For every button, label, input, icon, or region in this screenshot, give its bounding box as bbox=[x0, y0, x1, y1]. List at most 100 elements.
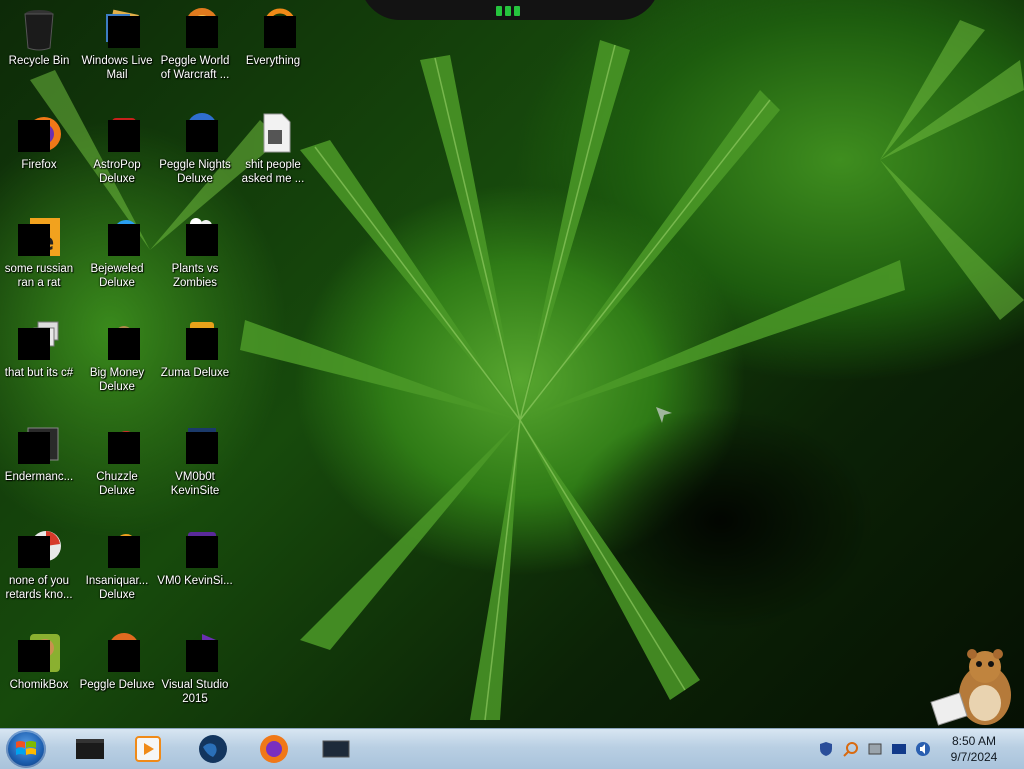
desktop-icon-bejeweled[interactable]: Bejeweled Deluxe bbox=[78, 208, 156, 290]
redaction-box bbox=[108, 328, 140, 360]
peggle-nights-icon bbox=[172, 110, 218, 156]
mail-icon bbox=[94, 6, 140, 52]
astropop-icon bbox=[94, 110, 140, 156]
bejeweled-icon bbox=[94, 214, 140, 260]
taskbar-item-media-player[interactable] bbox=[130, 733, 166, 765]
desktop-icon-firefox[interactable]: Firefox bbox=[0, 104, 78, 172]
icon-label: Endermanc... bbox=[4, 471, 74, 483]
redaction-box bbox=[18, 224, 50, 256]
desktop-icon-russian-rat[interactable]: e some russian ran a rat bbox=[0, 208, 78, 290]
icon-label: Bejeweled Deluxe bbox=[90, 263, 144, 289]
visual-studio-icon bbox=[172, 630, 218, 676]
desktop-icon-endermanc[interactable]: Endermanc... bbox=[0, 416, 78, 484]
desktop-icon-that-but-csharp[interactable]: that but its c# bbox=[0, 312, 78, 380]
firefox-icon bbox=[260, 735, 288, 763]
icon-label: Windows Live Mail bbox=[81, 55, 153, 81]
taskbar: 8:50 AM 9/7/2024 bbox=[0, 728, 1024, 769]
start-button[interactable] bbox=[6, 730, 46, 768]
icon-label: Zuma Deluxe bbox=[160, 367, 230, 379]
icon-label: Chuzzle Deluxe bbox=[96, 471, 138, 497]
redaction-box bbox=[186, 224, 218, 256]
vm-icon bbox=[172, 422, 218, 468]
redaction-box bbox=[108, 224, 140, 256]
desktop-icon-visual-studio[interactable]: Visual Studio 2015 bbox=[156, 624, 234, 706]
desktop-icon-astropop[interactable]: AstroPop Deluxe bbox=[78, 104, 156, 186]
peggle-icon bbox=[94, 630, 140, 676]
icon-label: shit people asked me ... bbox=[241, 159, 305, 185]
icon-label: none of you retards kno... bbox=[5, 575, 73, 601]
icon-label: Big Money Deluxe bbox=[89, 367, 145, 393]
redaction-box bbox=[18, 120, 50, 152]
icon-label: AstroPop Deluxe bbox=[93, 159, 141, 185]
redaction-box bbox=[108, 432, 140, 464]
desktop-icon-chuzzle[interactable]: Chuzzle Deluxe bbox=[78, 416, 156, 498]
fish-icon bbox=[94, 526, 140, 572]
redaction-box bbox=[108, 16, 140, 48]
icon-label: Recycle Bin bbox=[8, 55, 70, 67]
redaction-box bbox=[18, 640, 50, 672]
taskbar-item-monitor[interactable] bbox=[318, 733, 354, 765]
display-icon[interactable] bbox=[891, 741, 907, 757]
chrome-icon bbox=[16, 526, 62, 572]
icon-label: that but its c# bbox=[4, 367, 74, 379]
redaction-box bbox=[108, 640, 140, 672]
icon-label: Peggle World of Warcraft ... bbox=[160, 55, 230, 81]
system-clock[interactable]: 8:50 AM 9/7/2024 bbox=[934, 733, 1014, 765]
icon-label: Everything bbox=[245, 55, 301, 67]
desktop-icon-shit-people-asked[interactable]: shit people asked me ... bbox=[234, 104, 312, 186]
redaction-box bbox=[108, 536, 140, 568]
desktop-icon-big-money[interactable]: Big Money Deluxe bbox=[78, 312, 156, 394]
redaction-box bbox=[186, 120, 218, 152]
redaction-box bbox=[18, 432, 50, 464]
redaction-box bbox=[264, 16, 296, 48]
desktop-icon-peggle-deluxe[interactable]: Peggle Deluxe bbox=[78, 624, 156, 692]
desktop-icon-zuma[interactable]: Zuma Deluxe bbox=[156, 312, 234, 380]
taskbar-item-terminal[interactable] bbox=[72, 733, 108, 765]
vm-purple-icon bbox=[172, 526, 218, 572]
icon-label: Visual Studio 2015 bbox=[161, 679, 229, 705]
redaction-box bbox=[186, 16, 218, 48]
search-icon[interactable] bbox=[843, 741, 859, 757]
mouse-pointer-icon bbox=[656, 407, 672, 423]
hamster-app-icon bbox=[16, 630, 62, 676]
redaction-box bbox=[18, 536, 50, 568]
shield-icon[interactable] bbox=[818, 741, 834, 757]
icon-label: Peggle Deluxe bbox=[79, 679, 155, 691]
redaction-box bbox=[186, 536, 218, 568]
peggle-wow-icon bbox=[172, 6, 218, 52]
desktop-icon-everything[interactable]: Everything bbox=[234, 0, 312, 68]
console-icon bbox=[16, 422, 62, 468]
monitor-icon bbox=[322, 740, 350, 758]
redaction-box bbox=[186, 432, 218, 464]
clock-date: 9/7/2024 bbox=[950, 750, 998, 764]
desktop-icon-insaniquarium[interactable]: Insaniquar... Deluxe bbox=[78, 520, 156, 602]
clock-time: 8:50 AM bbox=[951, 734, 997, 748]
firefox-icon bbox=[16, 110, 62, 156]
desktop-icon-windows-live-mail[interactable]: Windows Live Mail bbox=[78, 0, 156, 82]
network-icon[interactable] bbox=[867, 741, 883, 757]
hamster-mascot-icon[interactable] bbox=[930, 645, 1020, 730]
icon-label: Firefox bbox=[21, 159, 57, 171]
volume-icon[interactable] bbox=[915, 741, 931, 757]
taskbar-item-globe[interactable] bbox=[195, 733, 231, 765]
search-app-icon bbox=[250, 6, 296, 52]
icon-label: Plants vs Zombies bbox=[171, 263, 219, 289]
icon-label: some russian ran a rat bbox=[4, 263, 74, 289]
icon-label: ChomikBox bbox=[9, 679, 69, 691]
desktop-icon-plants-vs-zombies[interactable]: Plants vs Zombies bbox=[156, 208, 234, 290]
zuma-icon bbox=[172, 318, 218, 364]
desktop-icon-vm0b0t[interactable]: VM0b0t KevinSite bbox=[156, 416, 234, 498]
document-icon bbox=[250, 110, 296, 156]
desktop-icon-peggle-nights[interactable]: Peggle Nights Deluxe bbox=[156, 104, 234, 186]
desktop-icon-peggle-wow[interactable]: Peggle World of Warcraft ... bbox=[156, 0, 234, 82]
gadget-indicator bbox=[496, 6, 526, 16]
desktop-icon-none-of-you[interactable]: none of you retards kno... bbox=[0, 520, 78, 602]
desktop-icon-recycle-bin[interactable]: Recycle Bin bbox=[0, 0, 78, 68]
recycle-bin-icon bbox=[16, 6, 62, 52]
desktop-icon-vm0-kevinsite[interactable]: VM0 KevinSi... bbox=[156, 520, 234, 588]
desktop-icon-chomikbox[interactable]: ChomikBox bbox=[0, 624, 78, 692]
redaction-box bbox=[186, 328, 218, 360]
window-stack-icon bbox=[16, 318, 62, 364]
taskbar-item-firefox[interactable] bbox=[256, 733, 292, 765]
money-bag-icon bbox=[94, 318, 140, 364]
